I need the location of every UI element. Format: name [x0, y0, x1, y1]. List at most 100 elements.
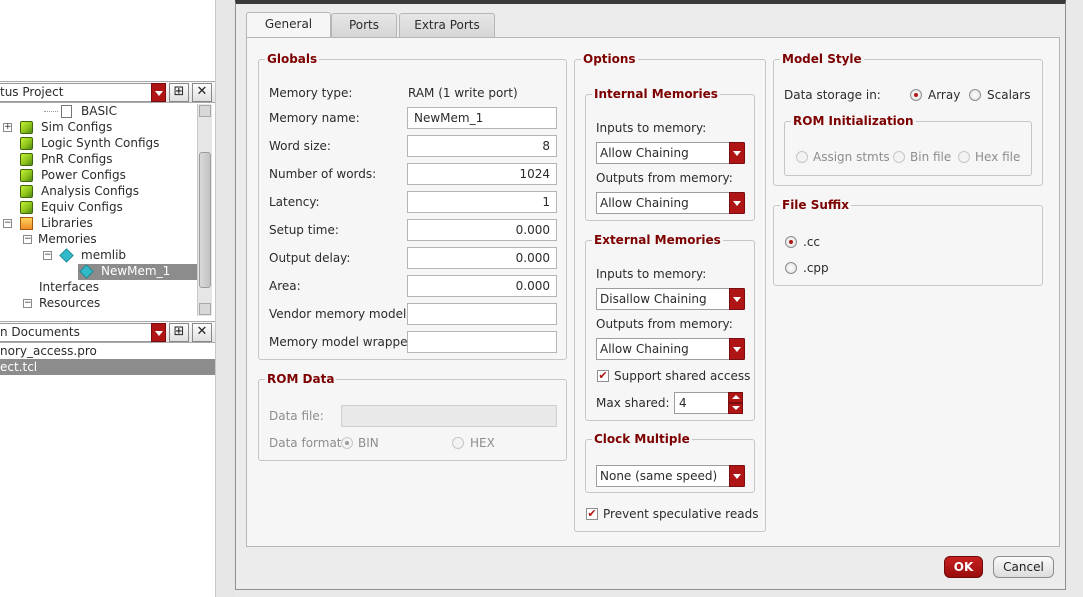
max-shared-label: Max shared: — [596, 396, 670, 410]
memlib-icon — [59, 248, 74, 263]
output-delay-field[interactable]: 0.000 — [407, 247, 557, 269]
hex-file-radio[interactable] — [958, 151, 970, 163]
tree-item-newmem[interactable]: NewMem_1 — [78, 264, 198, 280]
support-shared-access-checkbox[interactable]: ✔ — [597, 370, 609, 382]
documents-select-label: n Documents — [0, 325, 80, 339]
prevent-speculative-checkbox[interactable]: ✔ — [586, 508, 598, 520]
config-icon — [20, 201, 33, 214]
cpp-radio[interactable] — [785, 262, 797, 274]
num-words-field[interactable]: 1024 — [407, 163, 557, 185]
data-storage-label: Data storage in: — [784, 88, 881, 102]
max-shared-spinner[interactable]: 4 — [674, 392, 743, 414]
chevron-down-icon[interactable] — [729, 288, 745, 310]
chevron-down-icon[interactable] — [729, 338, 745, 360]
chevron-down-icon[interactable] — [729, 142, 745, 164]
library-icon — [20, 217, 33, 230]
file-suffix-title: File Suffix — [780, 198, 852, 212]
external-inputs-label: Inputs to memory: — [596, 267, 707, 281]
chevron-down-icon[interactable] — [151, 83, 166, 102]
tree-item-label: Resources — [39, 296, 101, 310]
data-file-field[interactable] — [341, 405, 557, 427]
tree-item-label: Equiv Configs — [41, 200, 123, 214]
word-size-field[interactable]: 8 — [407, 135, 557, 157]
ok-button[interactable]: OK — [944, 556, 983, 578]
cc-radio[interactable] — [785, 236, 797, 248]
memory-type-value: RAM (1 write port) — [408, 86, 518, 100]
config-icon — [20, 185, 33, 198]
collapse-icon[interactable]: − — [23, 235, 32, 244]
vendor-model-field[interactable] — [407, 303, 557, 325]
tab-extra-ports[interactable]: Extra Ports — [399, 13, 495, 37]
external-inputs-select[interactable]: Disallow Chaining — [596, 288, 745, 310]
external-outputs-select[interactable]: Allow Chaining — [596, 338, 745, 360]
assign-stmts-radio[interactable] — [796, 151, 808, 163]
expand-icon[interactable]: + — [3, 123, 12, 132]
spinner-value: 4 — [679, 396, 687, 410]
area-label: Area: — [269, 279, 301, 293]
collapse-icon[interactable]: − — [43, 251, 52, 260]
close-pane-button[interactable]: ✕ — [192, 323, 212, 342]
assign-stmts-label: Assign stmts — [813, 150, 890, 164]
project-tree: BASIC + Sim Configs Logic Synth Configs … — [0, 104, 198, 316]
area-field[interactable]: 0.000 — [407, 275, 557, 297]
collapse-icon[interactable]: − — [23, 299, 32, 308]
cc-label: .cc — [803, 235, 821, 249]
document-item[interactable]: ect.tcl — [0, 359, 215, 375]
chevron-down-icon[interactable] — [729, 465, 745, 487]
tab-ports[interactable]: Ports — [331, 13, 397, 37]
document-item[interactable]: nory_access.pro — [0, 343, 215, 359]
tree-item-label: Logic Synth Configs — [41, 136, 160, 150]
select-value: Allow Chaining — [600, 196, 689, 210]
model-style-title: Model Style — [780, 52, 864, 66]
globals-title: Globals — [265, 52, 320, 66]
tab-general[interactable]: General — [246, 12, 331, 38]
scalars-radio[interactable] — [969, 89, 981, 101]
bin-file-radio[interactable] — [893, 151, 905, 163]
options-title: Options — [581, 52, 638, 66]
rom-init-group — [784, 121, 1032, 176]
add-pane-button[interactable]: ⊞ — [169, 323, 189, 342]
tree-item-label: BASIC — [81, 104, 117, 118]
add-pane-button[interactable]: ⊞ — [169, 83, 189, 102]
tree-item-label: Power Configs — [41, 168, 126, 182]
select-value: Disallow Chaining — [600, 292, 707, 306]
internal-inputs-select[interactable]: Allow Chaining — [596, 142, 745, 164]
internal-outputs-select[interactable]: Allow Chaining — [596, 192, 745, 214]
wrapper-field[interactable] — [407, 331, 557, 353]
config-icon — [20, 137, 33, 150]
latency-field[interactable]: 1 — [407, 191, 557, 213]
word-size-label: Word size: — [269, 139, 331, 153]
scroll-up-icon[interactable] — [199, 105, 211, 117]
documents-select[interactable]: n Documents — [0, 323, 166, 342]
scroll-thumb[interactable] — [199, 152, 211, 288]
config-icon — [20, 169, 33, 182]
latency-label: Latency: — [269, 195, 320, 209]
splitter[interactable] — [215, 0, 235, 597]
vendor-model-label: Vendor memory model: — [269, 307, 411, 321]
rom-init-title: ROM Initialization — [791, 114, 916, 128]
data-format-label: Data format: — [269, 436, 346, 450]
num-words-label: Number of words: — [269, 167, 377, 181]
tree-item-label: Memories — [38, 232, 97, 246]
chevron-down-icon[interactable] — [729, 192, 745, 214]
config-icon — [20, 121, 33, 134]
collapse-icon[interactable]: − — [3, 219, 12, 228]
tree-item-label: Analysis Configs — [41, 184, 140, 198]
hex-radio[interactable] — [452, 437, 464, 449]
select-value: Allow Chaining — [600, 146, 689, 160]
memory-name-field[interactable]: NewMem_1 — [407, 107, 557, 129]
chevron-down-icon[interactable] — [151, 323, 166, 342]
close-pane-button[interactable]: ✕ — [192, 83, 212, 102]
cancel-button[interactable]: Cancel — [993, 556, 1054, 578]
array-label: Array — [928, 88, 961, 102]
bin-radio[interactable] — [341, 437, 353, 449]
setup-time-field[interactable]: 0.000 — [407, 219, 557, 241]
array-radio[interactable] — [910, 89, 922, 101]
project-select[interactable]: tus Project — [0, 83, 166, 102]
tree-scrollbar[interactable] — [197, 104, 212, 316]
scroll-down-icon[interactable] — [199, 303, 211, 315]
tree-item-label: memlib — [81, 248, 127, 262]
clock-multiple-select[interactable]: None (same speed) — [596, 465, 745, 487]
spin-down-icon[interactable] — [728, 403, 743, 414]
spin-up-icon[interactable] — [728, 392, 743, 403]
